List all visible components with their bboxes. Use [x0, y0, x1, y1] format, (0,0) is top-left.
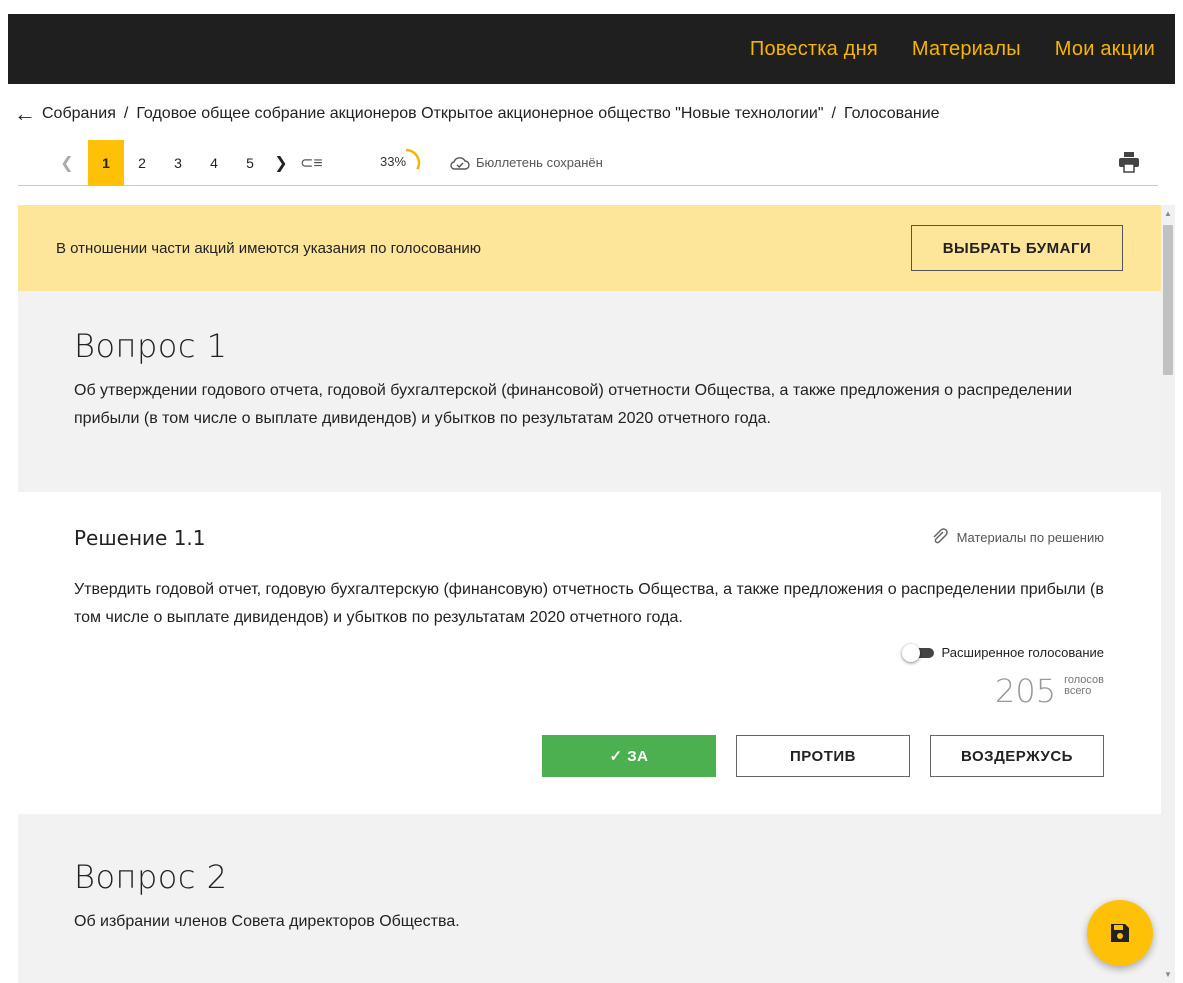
progress-label: 33%: [380, 153, 407, 169]
chevron-right-icon[interactable]: ❯: [268, 153, 294, 173]
saved-status: Бюллетень сохранён: [450, 155, 603, 170]
votes-count: 205: [995, 672, 1057, 710]
page-2[interactable]: 2: [124, 140, 160, 186]
extended-voting-toggle[interactable]: Расширенное голосование: [901, 643, 1104, 662]
chevron-left-icon[interactable]: ❮: [54, 153, 80, 173]
cloud-check-icon: [450, 156, 470, 170]
vote-against-button[interactable]: ПРОТИВ: [736, 735, 910, 777]
breadcrumb-meeting[interactable]: Годовое общее собрание акционеров Открыт…: [136, 105, 823, 123]
breadcrumb-current: Голосование: [844, 105, 940, 122]
vote-for-label: ЗА: [627, 748, 649, 765]
paperclip-icon: [933, 528, 948, 544]
question-title: Вопрос 2: [74, 858, 228, 896]
breadcrumb-meetings[interactable]: Собрания: [42, 105, 116, 123]
question-pager: ❮ 1 2 3 4 5 ❯ ⊂≡ 33% Бюллетень сохранён: [18, 139, 1158, 186]
nav-materials[interactable]: Материалы: [912, 38, 1021, 61]
notice-text: В отношении части акций имеются указания…: [56, 239, 482, 257]
toggle-switch[interactable]: [901, 643, 934, 662]
progress-indicator: 33%: [376, 148, 422, 178]
print-icon[interactable]: [1118, 151, 1140, 176]
decision-text: Утвердить годовой отчет, годовую бухгалт…: [74, 581, 1104, 626]
question-1: Вопрос 1 Об утверждении годового отчета,…: [18, 291, 1161, 492]
nav-agenda[interactable]: Повестка дня: [750, 38, 878, 61]
votes-label: голосов всего: [1064, 672, 1104, 697]
question-text: Об избрании членов Совета директоров Общ…: [74, 913, 460, 930]
breadcrumb: ← Собрания / Годовое общее собрание акци…: [8, 100, 1175, 128]
top-bar: Повестка дня Материалы Мои акции: [8, 14, 1175, 84]
votes-total: 205 голосов всего: [995, 672, 1104, 710]
nav-my-shares[interactable]: Мои акции: [1055, 38, 1155, 61]
vote-for-button[interactable]: ✓ ЗА: [542, 735, 716, 777]
vote-abstain-button[interactable]: ВОЗДЕРЖУСЬ: [930, 735, 1104, 777]
page-4[interactable]: 4: [196, 140, 232, 186]
top-nav: Повестка дня Материалы Мои акции: [750, 14, 1155, 84]
materials-label: Материалы по решению: [956, 529, 1104, 545]
select-securities-button[interactable]: ВЫБРАТЬ БУМАГИ: [911, 225, 1123, 271]
scroll-up-icon[interactable]: ▲: [1164, 209, 1172, 218]
page-1[interactable]: 1: [88, 139, 124, 186]
scrollbar[interactable]: ▲ ▼: [1161, 205, 1175, 983]
saved-text: Бюллетень сохранён: [476, 155, 603, 170]
question-2: Вопрос 2 Об избрании членов Совета дирек…: [18, 814, 1161, 983]
page-5[interactable]: 5: [232, 140, 268, 186]
toggle-label: Расширенное голосование: [941, 645, 1104, 660]
scroll-down-icon[interactable]: ▼: [1164, 970, 1172, 979]
breadcrumb-separator: /: [123, 105, 129, 122]
floppy-disk-icon: [1111, 924, 1129, 942]
page-3[interactable]: 3: [160, 140, 196, 186]
list-collapse-icon[interactable]: ⊂≡: [300, 153, 340, 173]
question-title: Вопрос 1: [74, 327, 228, 365]
check-icon: ✓: [609, 748, 628, 765]
vote-actions: ✓ ЗА ПРОТИВ ВОЗДЕРЖУСЬ: [542, 735, 1104, 777]
save-fab-button[interactable]: [1087, 900, 1153, 966]
decision-materials-link[interactable]: Материалы по решению: [931, 528, 1104, 546]
breadcrumb-separator: /: [831, 105, 836, 122]
votes-label-line2: всего: [1064, 685, 1092, 697]
ballot-content: В отношении части акций имеются указания…: [18, 205, 1161, 983]
scrollbar-thumb[interactable]: [1163, 225, 1173, 375]
voting-instructions-notice: В отношении части акций имеются указания…: [18, 205, 1161, 291]
arrow-left-icon[interactable]: ←: [8, 103, 42, 125]
decision-1-1: Решение 1.1 Материалы по решению Утверди…: [18, 492, 1161, 814]
question-text: Об утверждении годового отчета, годовой …: [74, 382, 1073, 427]
